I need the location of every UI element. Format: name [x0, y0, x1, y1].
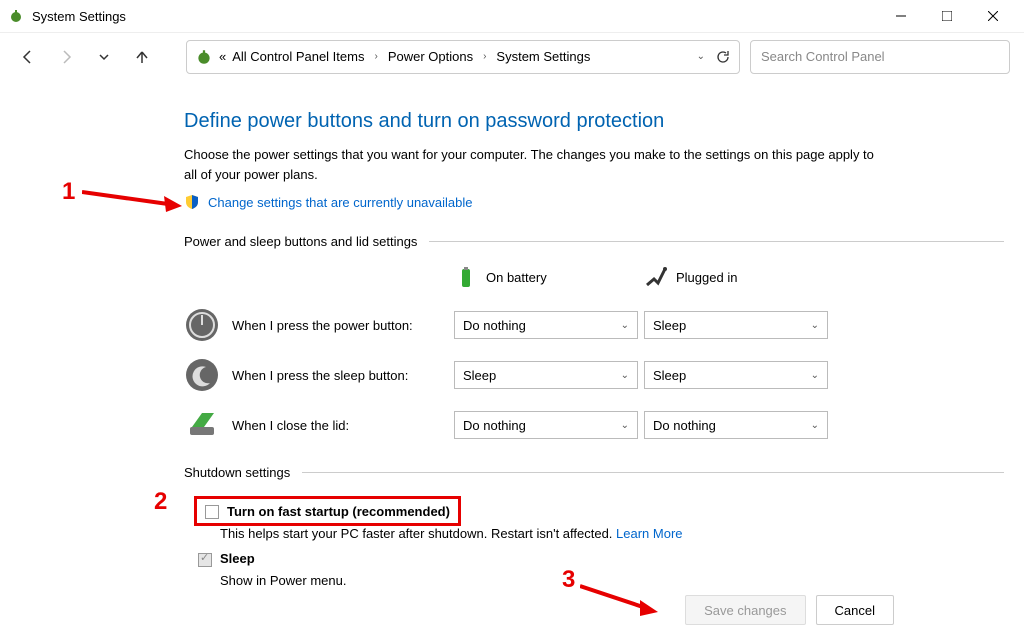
sleep-checkbox [198, 553, 212, 567]
setting-row-power-button: When I press the power button: Do nothin… [184, 307, 1004, 343]
select-lid-battery[interactable]: Do nothing⌄ [454, 411, 638, 439]
row-label: When I press the sleep button: [232, 368, 454, 383]
setting-row-sleep-button: When I press the sleep button: Sleep⌄ Sl… [184, 357, 1004, 393]
column-label: On battery [486, 270, 547, 285]
breadcrumb-item[interactable]: Power Options [388, 49, 473, 64]
maximize-button[interactable] [924, 0, 970, 32]
row-label: When I close the lid: [232, 418, 454, 433]
fast-startup-label: Turn on fast startup (recommended) [227, 504, 450, 519]
section-header-shutdown: Shutdown settings [184, 465, 1004, 480]
sleep-desc: Show in Power menu. [220, 573, 1004, 588]
search-placeholder: Search Control Panel [761, 49, 885, 64]
page-heading: Define power buttons and turn on passwor… [184, 110, 1004, 133]
forward-button[interactable] [52, 43, 80, 71]
change-settings-link[interactable]: Change settings that are currently unava… [208, 195, 473, 210]
footer: Save changes Cancel [685, 595, 894, 625]
search-input[interactable]: Search Control Panel [750, 40, 1010, 74]
chevron-right-icon: › [483, 51, 486, 62]
column-headers: On battery Plugged in [184, 265, 1004, 289]
up-button[interactable] [128, 43, 156, 71]
select-power-battery[interactable]: Do nothing⌄ [454, 311, 638, 339]
content: Define power buttons and turn on passwor… [0, 80, 1024, 618]
power-options-icon [8, 8, 24, 24]
chevron-down-icon: ⌄ [811, 370, 819, 381]
chevron-down-icon: ⌄ [621, 320, 629, 331]
divider [429, 241, 1004, 242]
toolbar: « All Control Panel Items › Power Option… [0, 32, 1024, 80]
lid-icon [184, 407, 220, 443]
battery-icon [454, 265, 478, 289]
section-title: Shutdown settings [184, 465, 290, 480]
address-bar[interactable]: « All Control Panel Items › Power Option… [186, 40, 740, 74]
window-title: System Settings [32, 9, 878, 24]
sleep-label: Sleep [220, 551, 255, 566]
power-button-icon [184, 307, 220, 343]
select-lid-plugged[interactable]: Do nothing⌄ [644, 411, 828, 439]
save-button[interactable]: Save changes [685, 595, 805, 625]
select-sleep-battery[interactable]: Sleep⌄ [454, 361, 638, 389]
row-label: When I press the power button: [232, 318, 454, 333]
chevron-down-icon[interactable]: ⌄ [697, 51, 705, 62]
chevron-right-icon: › [374, 51, 377, 62]
page-description: Choose the power settings that you want … [184, 145, 884, 184]
minimize-button[interactable] [878, 0, 924, 32]
cancel-button[interactable]: Cancel [816, 595, 894, 625]
fast-startup-checkbox[interactable] [205, 505, 219, 519]
sleep-checkbox-row: Sleep [198, 551, 1004, 567]
divider [302, 472, 1004, 473]
select-power-plugged[interactable]: Sleep⌄ [644, 311, 828, 339]
fast-startup-desc: This helps start your PC faster after sh… [220, 526, 1004, 541]
section-header-power-sleep: Power and sleep buttons and lid settings [184, 234, 1004, 249]
recent-button[interactable] [90, 43, 118, 71]
sleep-button-icon [184, 357, 220, 393]
chevron-down-icon: ⌄ [811, 420, 819, 431]
setting-row-lid: When I close the lid: Do nothing⌄ Do not… [184, 407, 1004, 443]
column-header-plugged: Plugged in [644, 265, 834, 289]
breadcrumb-prefix: « [219, 49, 226, 64]
back-button[interactable] [14, 43, 42, 71]
column-label: Plugged in [676, 270, 737, 285]
chevron-down-icon: ⌄ [621, 370, 629, 381]
chevron-down-icon: ⌄ [811, 320, 819, 331]
change-settings-link-row: Change settings that are currently unava… [184, 194, 1004, 210]
learn-more-link[interactable]: Learn More [616, 526, 682, 541]
column-header-battery: On battery [454, 265, 644, 289]
titlebar: System Settings [0, 0, 1024, 32]
fast-startup-highlight: Turn on fast startup (recommended) [194, 496, 461, 526]
section-title: Power and sleep buttons and lid settings [184, 234, 417, 249]
plug-icon [644, 265, 668, 289]
select-sleep-plugged[interactable]: Sleep⌄ [644, 361, 828, 389]
close-button[interactable] [970, 0, 1016, 32]
breadcrumb-item[interactable]: All Control Panel Items [232, 49, 364, 64]
shield-icon [184, 194, 200, 210]
refresh-icon[interactable] [715, 49, 731, 65]
power-options-icon [195, 48, 213, 66]
breadcrumb-item[interactable]: System Settings [496, 49, 590, 64]
chevron-down-icon: ⌄ [621, 420, 629, 431]
